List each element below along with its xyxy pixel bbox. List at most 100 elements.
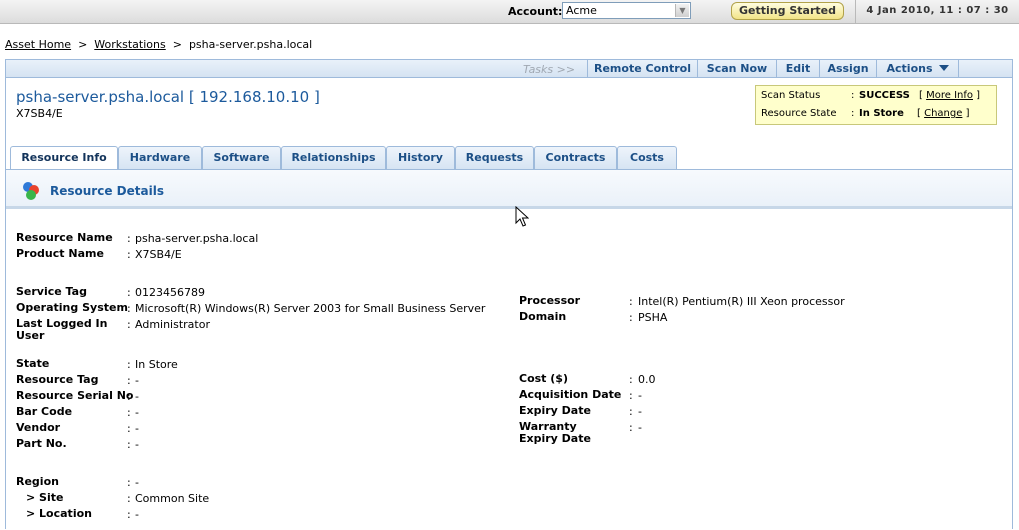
section-title: Resource Details	[50, 184, 164, 198]
field-value: 0123456789	[135, 286, 205, 299]
resource-title: psha-server.psha.local [ 192.168.10.10 ]	[16, 88, 320, 106]
tab-costs[interactable]: Costs	[617, 146, 677, 169]
more-info-label: More Info	[926, 90, 973, 101]
field-value: -	[638, 421, 642, 434]
field-label: Acquisition Date	[519, 388, 622, 401]
tasks-label: Tasks >>	[523, 63, 576, 76]
remote-control-button[interactable]: Remote Control	[587, 60, 697, 77]
colon: :	[851, 108, 855, 119]
field-label: Expiry Date	[519, 404, 591, 417]
field-value: -	[638, 405, 642, 418]
more-info-link[interactable]: [ More Info ]	[919, 90, 980, 101]
field-value: Administrator	[135, 318, 210, 331]
assign-button[interactable]: Assign	[819, 60, 876, 77]
field-value: -	[135, 374, 139, 387]
account-label: Account:	[508, 5, 563, 18]
field-label: Part No.	[16, 437, 67, 450]
actions-menu-button[interactable]: Actions	[876, 60, 959, 77]
scan-status-label: Scan Status	[761, 90, 821, 101]
colon: :	[127, 476, 131, 489]
field-label: Service Tag	[16, 285, 87, 298]
section-header: Resource Details	[6, 169, 1012, 209]
colon: :	[629, 405, 633, 418]
field-value: 0.0	[638, 373, 656, 386]
colon: :	[629, 311, 633, 324]
field-label: Warranty Expiry Date	[519, 420, 591, 445]
colon: :	[629, 389, 633, 402]
scan-now-button[interactable]: Scan Now	[697, 60, 776, 77]
caret-down-icon	[938, 65, 949, 71]
field-label: Domain	[519, 310, 567, 323]
breadcrumb-separator: >	[78, 38, 88, 51]
colon: :	[851, 90, 855, 101]
mouse-cursor-icon	[515, 206, 529, 227]
tab-software[interactable]: Software	[202, 146, 281, 169]
colon: :	[127, 318, 131, 331]
field-label: Resource Serial No	[16, 389, 134, 402]
colon: :	[127, 232, 131, 245]
datetime-display: 4 Jan 2010, 11 : 07 : 30	[855, 0, 1019, 23]
breadcrumb-current: psha-server.psha.local	[188, 38, 313, 51]
change-link[interactable]: [ Change ]	[917, 108, 969, 119]
field-label: Operating System	[16, 301, 128, 314]
colon: :	[127, 406, 131, 419]
colon: :	[629, 421, 633, 434]
field-value: Microsoft(R) Windows(R) Server 2003 for …	[135, 302, 486, 315]
colon: :	[127, 358, 131, 371]
field-label: Resource Name	[16, 231, 113, 244]
field-label: Resource Tag	[16, 373, 99, 386]
field-value: -	[135, 438, 139, 451]
field-value: psha-server.psha.local	[135, 232, 259, 245]
tab-requests[interactable]: Requests	[455, 146, 534, 169]
colon: :	[127, 438, 131, 451]
field-label: Region	[16, 475, 59, 488]
field-value: In Store	[135, 358, 178, 371]
colon: :	[629, 295, 633, 308]
field-value: X7SB4/E	[135, 248, 182, 261]
breadcrumb: Asset Home > Workstations > psha-server.psha…	[5, 38, 312, 51]
scan-status-value: SUCCESS	[859, 90, 910, 101]
resource-subtitle: X7SB4/E	[16, 107, 63, 120]
resource-details-icon	[23, 182, 39, 200]
field-label: State	[16, 357, 50, 370]
colon: :	[127, 302, 131, 315]
colon: :	[629, 373, 633, 386]
colon: :	[127, 390, 131, 403]
edit-button[interactable]: Edit	[776, 60, 819, 77]
change-label: Change	[924, 108, 963, 119]
chevron-down-icon[interactable]: ▼	[675, 4, 689, 17]
field-label: Last Logged In User	[16, 317, 108, 342]
actions-menu-label: Actions	[886, 62, 933, 75]
top-bar: Account: Acme ▼ Getting Started 4 Jan 20…	[0, 0, 1019, 24]
account-select[interactable]: Acme ▼	[562, 2, 691, 19]
colon: :	[127, 286, 131, 299]
breadcrumb-asset-home[interactable]: Asset Home	[5, 38, 71, 51]
status-box: Scan Status : SUCCESS [ More Info ] Reso…	[755, 85, 997, 125]
resource-state-row: Resource State : In Store [ Change ]	[761, 108, 997, 122]
tab-strip: Resource Info Hardware Software Relation…	[6, 146, 1012, 170]
field-label: > Location	[26, 507, 92, 520]
resource-state-value: In Store	[859, 108, 904, 119]
resource-state-label: Resource State	[761, 108, 837, 119]
tab-contracts[interactable]: Contracts	[534, 146, 617, 169]
breadcrumb-workstations[interactable]: Workstations	[94, 38, 165, 51]
account-select-value: Acme	[566, 4, 597, 17]
field-value: -	[135, 406, 139, 419]
field-label: Cost ($)	[519, 372, 568, 385]
getting-started-button[interactable]: Getting Started	[731, 2, 844, 20]
field-label: Vendor	[16, 421, 61, 434]
colon: :	[127, 374, 131, 387]
field-value: -	[638, 389, 642, 402]
field-label: Bar Code	[16, 405, 73, 418]
breadcrumb-separator: >	[172, 38, 182, 51]
colon: :	[127, 492, 131, 505]
action-bar: Tasks >> Remote Control Scan Now Edit As…	[6, 60, 1012, 78]
tab-history[interactable]: History	[386, 146, 455, 169]
field-label: > Site	[26, 491, 64, 504]
field-value: -	[135, 390, 139, 403]
tab-hardware[interactable]: Hardware	[118, 146, 202, 169]
resource-panel: Tasks >> Remote Control Scan Now Edit As…	[5, 59, 1013, 530]
tab-resource-info[interactable]: Resource Info	[10, 146, 118, 170]
field-value: -	[135, 422, 139, 435]
tab-relationships[interactable]: Relationships	[281, 146, 386, 169]
